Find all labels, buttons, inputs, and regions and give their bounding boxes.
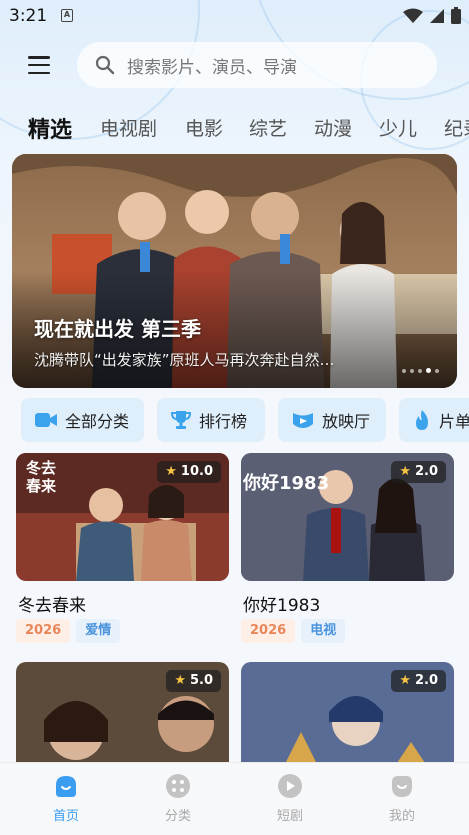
theater-icon	[292, 410, 314, 430]
nav-label: 分类	[164, 809, 191, 824]
bottom-navigation: 首页 分类 短剧 我的	[0, 762, 469, 835]
carousel-dot	[402, 368, 406, 373]
rating-value: 2.0	[414, 673, 438, 688]
notification-badge: A	[61, 9, 73, 22]
search-placeholder: 搜索影片、演员、导演	[127, 57, 297, 78]
chip-label: 全部分类	[65, 412, 130, 431]
flame-icon	[413, 409, 431, 431]
tab-movies[interactable]: 电影	[185, 114, 223, 141]
tab-documentary[interactable]: 纪录	[444, 114, 469, 141]
genre-tag: 电视	[301, 619, 346, 643]
search-input[interactable]: 搜索影片、演员、导演	[77, 42, 437, 88]
star-icon: ★	[399, 464, 411, 479]
wifi-icon	[403, 8, 423, 23]
menu-button[interactable]	[26, 54, 52, 76]
rating-badge: ★ 2.0	[391, 461, 446, 483]
menu-icon-bar	[28, 63, 50, 67]
theater-button[interactable]: 放映厅	[278, 398, 386, 442]
carousel-dot-active	[426, 368, 431, 373]
carousel-indicator	[402, 368, 439, 373]
search-icon	[95, 55, 115, 75]
home-icon	[56, 776, 76, 797]
rating-value: 10.0	[180, 464, 213, 479]
tab-variety[interactable]: 综艺	[249, 114, 287, 141]
star-icon: ★	[174, 673, 186, 688]
tab-featured[interactable]: 精选	[28, 112, 72, 144]
trophy-icon	[171, 410, 191, 430]
quick-links: 全部分类 排行榜 放映厅 片单	[0, 398, 469, 442]
chip-label: 放映厅	[322, 412, 371, 431]
menu-icon-bar	[28, 56, 50, 59]
rating-badge: ★ 10.0	[157, 461, 221, 483]
star-icon: ★	[399, 673, 411, 688]
poster-image: 你好1983 ★ 2.0	[241, 453, 454, 581]
card-title: 你好1983	[243, 596, 321, 616]
rating-badge: ★ 2.0	[391, 670, 446, 692]
category-icon	[166, 774, 190, 798]
year-tag: 2026	[241, 619, 296, 643]
status-bar: 3:21 A	[0, 0, 469, 34]
nav-home[interactable]: 首页	[26, 773, 106, 824]
poster-title-text: 你好1983	[243, 473, 330, 494]
nav-profile[interactable]: 我的	[362, 773, 442, 824]
battery-icon	[451, 7, 461, 24]
category-tabs: 精选 电视剧 电影 综艺 动漫 少儿 纪录	[0, 108, 469, 148]
card-title: 冬去春来	[18, 596, 86, 616]
video-camera-icon	[35, 412, 57, 428]
carousel-dot	[418, 368, 422, 373]
nav-label: 首页	[52, 809, 79, 824]
playlist-button[interactable]: 片单	[399, 398, 469, 442]
tab-kids[interactable]: 少儿	[379, 114, 417, 141]
nav-short-drama[interactable]: 短剧	[250, 773, 330, 824]
play-icon	[278, 774, 302, 798]
menu-icon-bar	[28, 71, 50, 74]
tab-tv-series[interactable]: 电视剧	[100, 114, 157, 141]
rating-value: 5.0	[189, 673, 213, 688]
poster-image: 冬去春来 ★ 10.0	[16, 453, 229, 581]
rating-value: 2.0	[414, 464, 438, 479]
rating-badge: ★ 5.0	[166, 670, 221, 692]
nav-label: 我的	[388, 809, 415, 824]
nav-category[interactable]: 分类	[138, 773, 218, 824]
banner-subtitle: 沈腾带队“出发家族”原班人马再次奔赴自然…	[34, 351, 335, 369]
poster-image: ★ 5.0	[16, 662, 229, 772]
carousel-dot	[435, 368, 439, 373]
tab-anime[interactable]: 动漫	[314, 114, 352, 141]
rankings-button[interactable]: 排行榜	[157, 398, 265, 442]
poster-image: ★ 2.0	[241, 662, 454, 772]
chip-label: 片单	[439, 412, 469, 431]
profile-icon	[392, 776, 412, 797]
nav-label: 短剧	[276, 809, 303, 824]
genre-tag: 爱情	[76, 619, 121, 643]
signal-icon	[430, 8, 444, 23]
star-icon: ★	[165, 464, 177, 479]
all-categories-button[interactable]: 全部分类	[21, 398, 144, 442]
banner-title: 现在就出发 第三季	[34, 317, 201, 341]
year-tag: 2026	[16, 619, 71, 643]
chip-label: 排行榜	[199, 412, 248, 431]
status-time: 3:21	[9, 6, 48, 26]
featured-banner[interactable]: 现在就出发 第三季 沈腾带队“出发家族”原班人马再次奔赴自然…	[12, 154, 457, 388]
carousel-dot	[410, 368, 414, 373]
poster-title-text: 冬去春来	[26, 459, 57, 495]
